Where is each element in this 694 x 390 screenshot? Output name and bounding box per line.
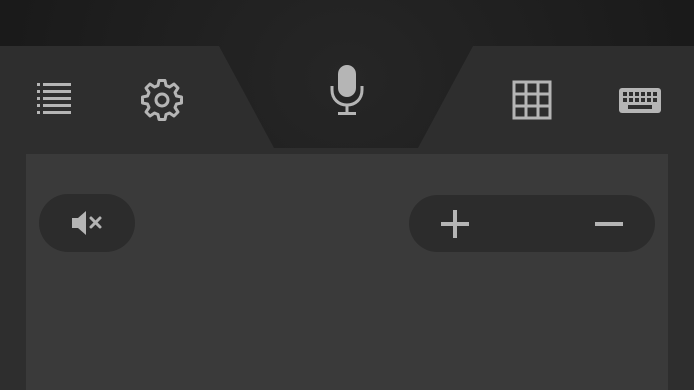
touchpad-area[interactable] <box>26 154 668 390</box>
plus-icon <box>441 209 469 238</box>
grid-icon <box>512 80 552 120</box>
list-icon <box>37 83 71 114</box>
voice-button[interactable] <box>322 60 372 120</box>
volume-control <box>409 195 655 252</box>
settings-button[interactable] <box>138 77 186 123</box>
numpad-button[interactable] <box>508 78 556 122</box>
gear-icon <box>141 79 183 121</box>
microphone-icon <box>330 65 364 115</box>
minus-icon <box>595 221 623 226</box>
mute-button[interactable] <box>39 194 135 252</box>
volume-mute-icon <box>72 211 102 235</box>
keyboard-button[interactable] <box>614 82 666 118</box>
volume-up-button[interactable] <box>409 195 501 252</box>
remote-screen <box>0 0 694 390</box>
volume-down-button[interactable] <box>563 195 655 252</box>
keyboard-icon <box>619 88 661 113</box>
list-button[interactable] <box>30 78 76 122</box>
